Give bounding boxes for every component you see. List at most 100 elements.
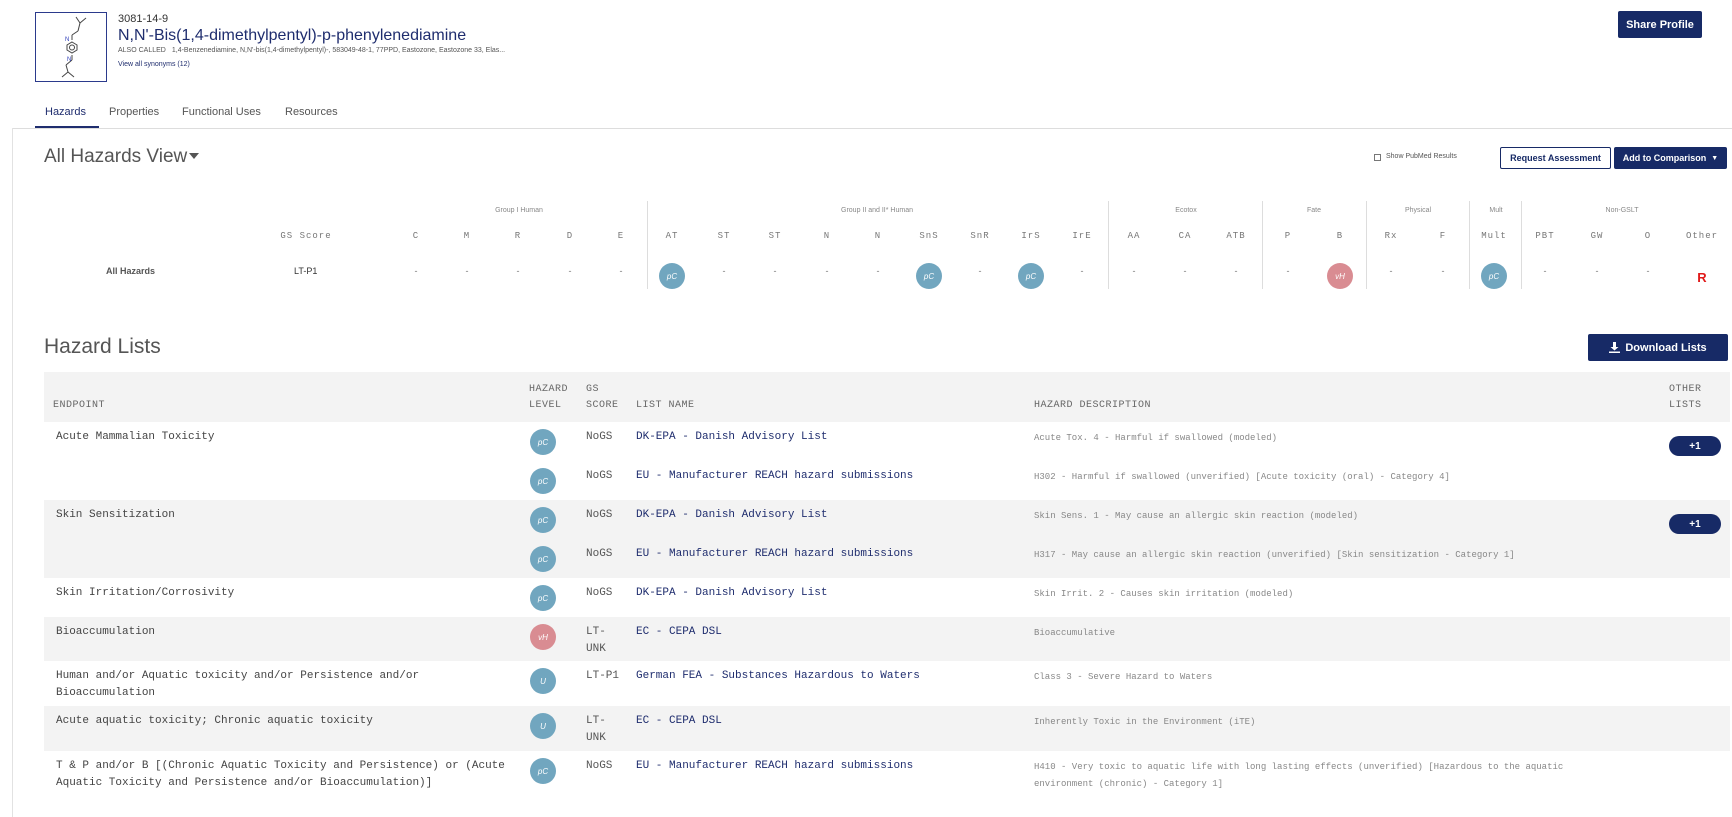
hazard-cell-empty: - bbox=[1389, 266, 1393, 276]
row-list-name[interactable]: EU - Manufacturer REACH hazard submissio… bbox=[636, 548, 913, 560]
share-profile-button[interactable]: Share Profile bbox=[1618, 11, 1702, 38]
hazard-cell-empty: - bbox=[1183, 266, 1187, 276]
hazard-cell-empty: - bbox=[978, 266, 982, 276]
col-gs-score-1: GS bbox=[586, 384, 600, 395]
hazard-cell-empty: - bbox=[1132, 266, 1136, 276]
col-hazard-description: HAZARD DESCRIPTION bbox=[1034, 400, 1152, 411]
also-called: ALSO CALLED 1,4-Benzenediamine, N,N'-bis(… bbox=[118, 47, 505, 54]
tab-divider bbox=[12, 128, 1732, 129]
hazard-badge[interactable]: pC bbox=[1018, 263, 1044, 289]
column-header: IrS bbox=[1021, 231, 1041, 241]
restricted-flag[interactable]: R bbox=[1697, 270, 1706, 285]
row-list-name[interactable]: EU - Manufacturer REACH hazard submissio… bbox=[636, 470, 913, 482]
hazard-level-badge[interactable]: U bbox=[530, 713, 556, 739]
caret-down-icon[interactable] bbox=[189, 153, 199, 159]
column-header: AT bbox=[665, 231, 679, 241]
content-left-border bbox=[12, 128, 13, 817]
column-header: N bbox=[874, 231, 882, 241]
column-header: PBT bbox=[1535, 231, 1555, 241]
caret-down-icon: ▼ bbox=[1711, 154, 1719, 162]
column-header: ST bbox=[717, 231, 731, 241]
download-icon bbox=[1609, 342, 1621, 353]
column-header: B bbox=[1336, 231, 1344, 241]
row-hazard-description: Class 3 - Severe Hazard to Waters bbox=[1034, 672, 1213, 682]
column-header: ATB bbox=[1226, 231, 1246, 241]
all-hazards-label: All Hazards bbox=[106, 266, 156, 276]
hazard-badge[interactable]: pC bbox=[659, 263, 685, 289]
download-lists-label: Download Lists bbox=[1625, 341, 1707, 354]
row-list-name[interactable]: DK-EPA - Danish Advisory List bbox=[636, 587, 827, 599]
group-label: Physical bbox=[1404, 207, 1432, 214]
hazard-cell-empty: - bbox=[1441, 266, 1445, 276]
column-header: IrE bbox=[1072, 231, 1092, 241]
group-separator bbox=[1521, 201, 1522, 289]
hazard-level-badge[interactable]: pC bbox=[530, 758, 556, 784]
row-hazard-description: Acute Tox. 4 - Harmful if swallowed (mod… bbox=[1034, 433, 1278, 443]
hazard-level-badge[interactable]: pC bbox=[530, 546, 556, 572]
row-list-name[interactable]: EC - CEPA DSL bbox=[636, 715, 722, 727]
row-list-name[interactable]: DK-EPA - Danish Advisory List bbox=[636, 509, 827, 521]
hazard-cell-empty: - bbox=[876, 266, 880, 276]
tab-functional-uses[interactable]: Functional Uses bbox=[182, 106, 261, 118]
group-separator bbox=[647, 201, 648, 289]
hazard-badge[interactable]: pC bbox=[916, 263, 942, 289]
column-header: SnR bbox=[970, 231, 990, 241]
tab-hazards[interactable]: Hazards bbox=[45, 106, 86, 118]
row-list-name[interactable]: EU - Manufacturer REACH hazard submissio… bbox=[636, 760, 913, 772]
pubmed-checkbox[interactable] bbox=[1374, 154, 1381, 161]
group-separator bbox=[1469, 201, 1470, 289]
hazard-cell-empty: - bbox=[619, 266, 623, 276]
column-header: AA bbox=[1127, 231, 1141, 241]
table-header bbox=[44, 372, 1730, 422]
hazards-view-dropdown[interactable]: All Hazards View bbox=[44, 146, 187, 168]
row-gs-score: NoGS bbox=[586, 431, 613, 443]
column-header: R bbox=[514, 231, 522, 241]
download-lists-button[interactable]: Download Lists bbox=[1588, 334, 1728, 361]
group-label: Group II and II* Human bbox=[841, 207, 913, 214]
row-gs-score: LT-P1 bbox=[586, 670, 620, 682]
hazard-level-badge[interactable]: pC bbox=[530, 507, 556, 533]
hazard-level-badge[interactable]: pC bbox=[530, 468, 556, 494]
other-lists-button[interactable]: +1 bbox=[1669, 436, 1721, 456]
also-called-values: 1,4-Benzenediamine, N,N'-bis(1,4-dimethy… bbox=[171, 47, 506, 54]
column-header: Other bbox=[1685, 231, 1719, 241]
add-to-comparison-button[interactable]: Add to Comparison ▼ bbox=[1614, 147, 1727, 169]
column-header: D bbox=[566, 231, 574, 241]
tab-properties[interactable]: Properties bbox=[109, 106, 159, 118]
hazard-cell-empty: - bbox=[1595, 266, 1599, 276]
row-hazard-description: Skin Sens. 1 - May cause an allergic ski… bbox=[1034, 511, 1359, 521]
structure-thumbnail[interactable]: N N bbox=[35, 12, 107, 82]
table-row bbox=[44, 500, 1730, 539]
row-endpoint: Skin Sensitization bbox=[56, 509, 175, 521]
row-list-name[interactable]: EC - CEPA DSL bbox=[636, 626, 722, 638]
column-header: Rx bbox=[1384, 231, 1398, 241]
tab-resources[interactable]: Resources bbox=[285, 106, 338, 118]
group-label: Mult bbox=[1489, 207, 1503, 214]
hazard-cell-empty: - bbox=[722, 266, 726, 276]
row-endpoint: Acute aquatic toxicity; Chronic aquatic … bbox=[56, 715, 373, 727]
column-header: CA bbox=[1178, 231, 1192, 241]
hazard-level-badge[interactable]: pC bbox=[530, 585, 556, 611]
hazard-level-badge[interactable]: vH bbox=[530, 624, 556, 650]
hazard-level-badge[interactable]: U bbox=[530, 668, 556, 694]
hazard-level-badge[interactable]: pC bbox=[530, 429, 556, 455]
column-header: GS Score bbox=[280, 231, 332, 241]
hazard-badge[interactable]: pC bbox=[1481, 263, 1507, 289]
row-gs-score: NoGS bbox=[586, 587, 613, 599]
row-gs-score: NoGS bbox=[586, 760, 613, 772]
row-list-name[interactable]: German FEA - Substances Hazardous to Wat… bbox=[636, 670, 920, 682]
row-list-name[interactable]: DK-EPA - Danish Advisory List bbox=[636, 431, 827, 443]
row-endpoint: Bioaccumulation bbox=[56, 626, 156, 638]
col-hazard-level-2: LEVEL bbox=[529, 400, 562, 411]
hazard-cell-empty: - bbox=[1543, 266, 1547, 276]
table-row bbox=[44, 578, 1730, 617]
group-label: Group I Human bbox=[495, 207, 543, 214]
view-synonyms-link[interactable]: View all synonyms (12) bbox=[118, 61, 190, 68]
hazard-badge[interactable]: vH bbox=[1327, 263, 1353, 289]
hazard-cell-empty: - bbox=[465, 266, 469, 276]
column-header: N bbox=[823, 231, 831, 241]
request-assessment-button[interactable]: Request Assessment bbox=[1500, 147, 1611, 169]
row-hazard-description: H410 - Very toxic to aquatic life with l… bbox=[1034, 762, 1564, 789]
pubmed-label: Show PubMed Results bbox=[1386, 153, 1457, 160]
other-lists-button[interactable]: +1 bbox=[1669, 514, 1721, 534]
